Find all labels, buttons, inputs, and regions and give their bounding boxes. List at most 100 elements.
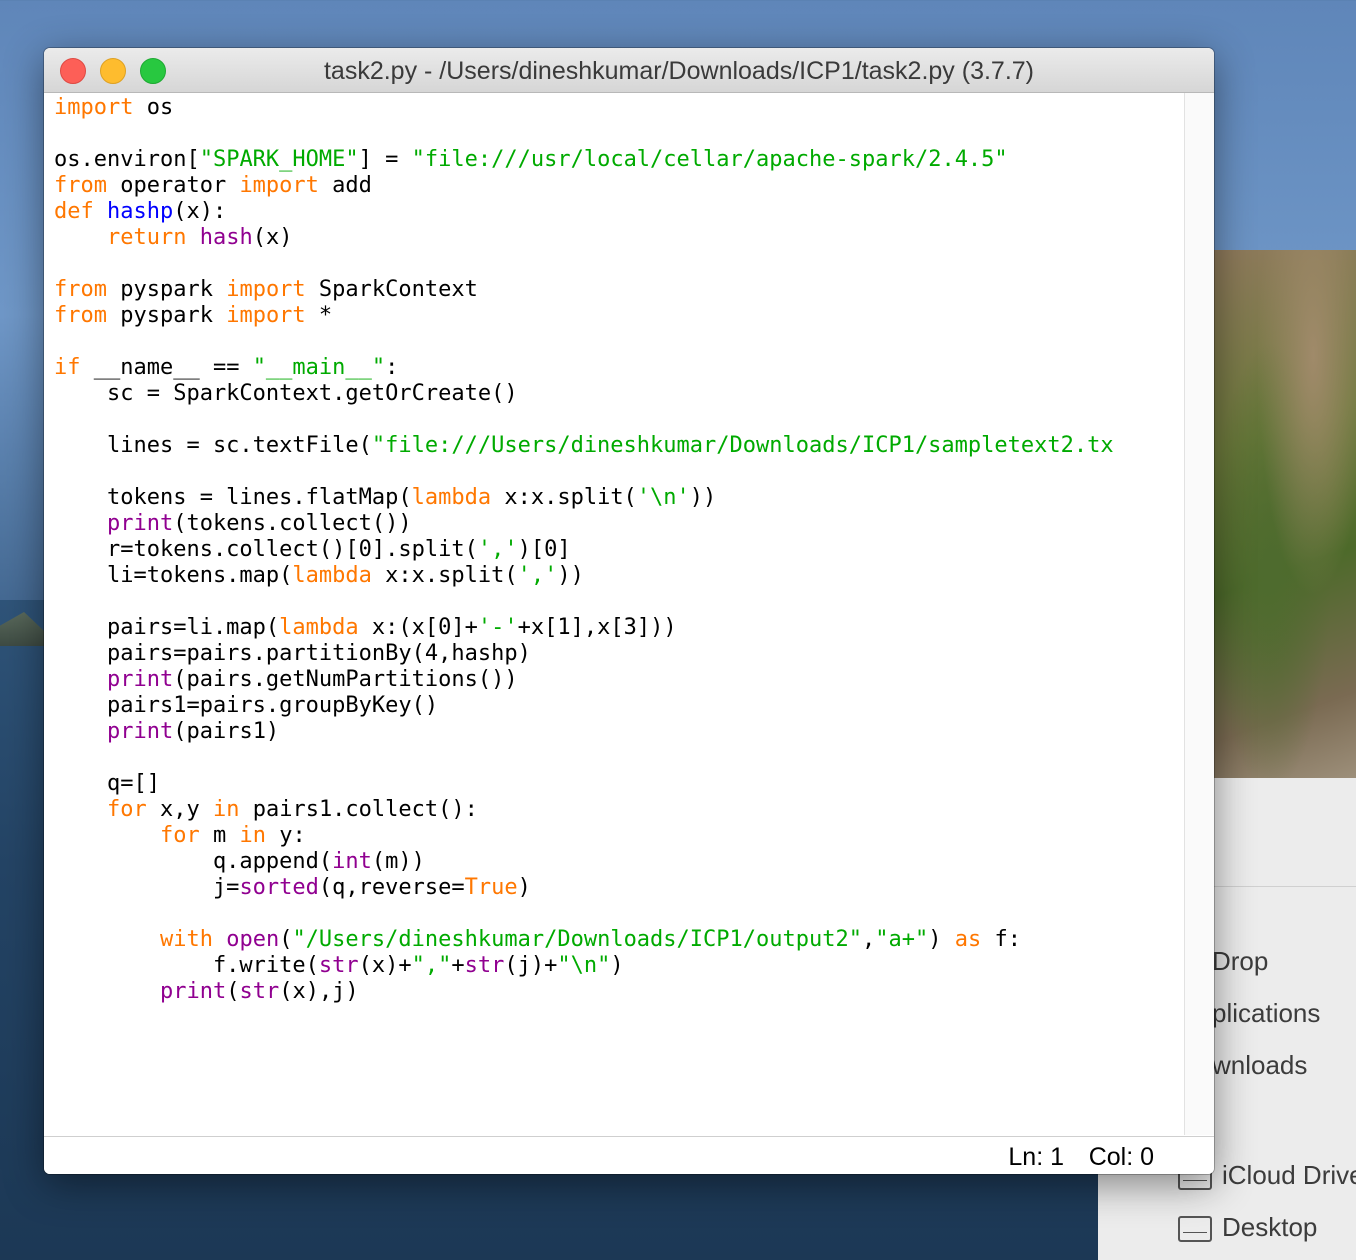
code-token: ',' <box>517 563 558 588</box>
code-token: "file:///Users/dineshkumar/Downloads/ICP… <box>371 433 1114 458</box>
code-line[interactable]: q.append(int(m)) <box>54 849 1184 875</box>
code-token: '\n' <box>636 485 690 510</box>
code-line[interactable]: from operator import add <box>54 173 1184 199</box>
code-line[interactable]: with open("/Users/dineshkumar/Downloads/… <box>54 927 1184 953</box>
code-token: ',' <box>477 537 518 562</box>
code-line[interactable]: for m in y: <box>54 823 1184 849</box>
code-line[interactable]: ​ <box>54 901 1184 927</box>
code-token: print <box>106 511 174 536</box>
desktop-icon <box>1178 1216 1212 1243</box>
code-token: '-' <box>477 615 518 640</box>
code-token: f: <box>981 927 1021 952</box>
code-token: sorted <box>239 875 319 900</box>
code-line[interactable]: os.environ["SPARK_HOME"] = "file:///usr/… <box>54 147 1184 173</box>
code-token: (x),j) <box>279 979 359 1004</box>
code-token: "/Users/dineshkumar/Downloads/ICP1/outpu… <box>292 927 862 952</box>
code-line[interactable]: print(pairs1) <box>54 719 1184 745</box>
code-line[interactable]: ​ <box>54 121 1184 147</box>
code-token: hash <box>199 225 253 250</box>
column-indicator: Col: 0 <box>1088 1143 1154 1171</box>
code-line[interactable]: sc = SparkContext.getOrCreate() <box>54 381 1184 407</box>
code-line[interactable]: print(str(x),j) <box>54 979 1184 1005</box>
finder-item-label: Desktop <box>1222 1212 1318 1242</box>
code-token: ) <box>928 927 955 952</box>
code-token: pairs1=pairs.groupByKey() <box>54 693 439 718</box>
code-token: print <box>159 979 227 1004</box>
code-line[interactable]: ​ <box>54 459 1184 485</box>
code-token: open <box>226 927 280 952</box>
code-line[interactable]: if __name__ == "__main__": <box>54 355 1184 381</box>
code-line[interactable]: ​ <box>54 407 1184 433</box>
desktop-hill <box>1214 250 1356 778</box>
code-token: "," <box>411 953 452 978</box>
code-line[interactable]: li=tokens.map(lambda x:x.split(',')) <box>54 563 1184 589</box>
code-token: import <box>54 95 134 120</box>
code-token: ( <box>279 927 293 952</box>
code-token: x:x.split( <box>491 485 637 510</box>
code-line[interactable]: pairs=li.map(lambda x:(x[0]+'-'+x[1],x[3… <box>54 615 1184 641</box>
code-token: (x)+ <box>358 953 412 978</box>
code-line[interactable]: ​ <box>54 745 1184 771</box>
code-line[interactable]: return hash(x) <box>54 225 1184 251</box>
code-token: + <box>451 953 465 978</box>
code-token: x:(x[0]+ <box>358 615 478 640</box>
code-line[interactable]: for x,y in pairs1.collect(): <box>54 797 1184 823</box>
code-token: (x): <box>173 199 227 224</box>
code-token: str <box>464 953 505 978</box>
code-line[interactable]: pairs=pairs.partitionBy(4,hashp) <box>54 641 1184 667</box>
finder-item-desktop[interactable]: Desktop <box>1178 1212 1317 1243</box>
code-token: import <box>226 277 306 302</box>
code-token: ( <box>226 979 240 1004</box>
code-line[interactable]: def hashp(x): <box>54 199 1184 225</box>
code-token: * <box>305 303 333 328</box>
code-token: in <box>239 823 266 848</box>
code-token: li=tokens.map( <box>54 563 293 588</box>
code-token: (pairs1) <box>173 719 280 744</box>
code-token: (q,reverse= <box>318 875 465 900</box>
code-line[interactable]: r=tokens.collect()[0].split(',')[0] <box>54 537 1184 563</box>
code-token: lambda <box>292 563 372 588</box>
code-token: (x) <box>252 225 293 250</box>
window-title-text: task2.py - /Users/dineshkumar/Downloads/… <box>323 57 1035 85</box>
code-token: (tokens.collect()) <box>173 511 412 536</box>
code-line[interactable]: from pyspark import SparkContext <box>54 277 1184 303</box>
code-line[interactable]: j=sorted(q,reverse=True) <box>54 875 1184 901</box>
vertical-scrollbar[interactable] <box>1184 93 1214 1135</box>
code-token: +x[1],x[3])) <box>517 615 677 640</box>
finder-item-downloads[interactable]: wnloads <box>1212 1050 1307 1081</box>
code-line[interactable]: q=[] <box>54 771 1184 797</box>
code-token: __name__ == <box>80 355 253 380</box>
code-editor[interactable]: import os​os.environ["SPARK_HOME"] = "fi… <box>44 93 1184 1135</box>
code-token: (pairs.getNumPartitions()) <box>173 667 518 692</box>
code-line[interactable]: pairs1=pairs.groupByKey() <box>54 693 1184 719</box>
finder-item-applications[interactable]: plications <box>1212 998 1320 1029</box>
code-token: "__main__" <box>252 355 386 380</box>
code-line[interactable]: ​ <box>54 589 1184 615</box>
idle-editor-window[interactable]: task2.py - /Users/dineshkumar/Downloads/… <box>44 48 1214 1174</box>
code-line[interactable]: ​ <box>54 251 1184 277</box>
code-line[interactable]: from pyspark import * <box>54 303 1184 329</box>
code-text[interactable]: import os​os.environ["SPARK_HOME"] = "fi… <box>44 93 1184 1005</box>
code-line[interactable]: lines = sc.textFile("file:///Users/dines… <box>54 433 1184 459</box>
code-line[interactable]: f.write(str(x)+","+str(j)+"\n") <box>54 953 1184 979</box>
code-token: operator <box>106 173 240 198</box>
code-line[interactable]: print(pairs.getNumPartitions()) <box>54 667 1184 693</box>
finder-item-airdrop[interactable]: Drop <box>1212 946 1268 977</box>
line-indicator: Ln: 1 <box>1008 1143 1064 1171</box>
code-line[interactable]: import os <box>54 95 1184 121</box>
code-line[interactable]: print(tokens.collect()) <box>54 511 1184 537</box>
code-token: os.environ[ <box>54 147 200 172</box>
code-token: in <box>212 797 240 822</box>
code-token: )) <box>557 563 584 588</box>
code-line[interactable]: tokens = lines.flatMap(lambda x:x.split(… <box>54 485 1184 511</box>
code-token: )) <box>689 485 717 510</box>
code-token: , <box>861 927 876 952</box>
code-token: (m)) <box>371 849 425 874</box>
code-line[interactable]: ​ <box>54 329 1184 355</box>
window-titlebar[interactable]: task2.py - /Users/dineshkumar/Downloads/… <box>44 48 1214 93</box>
